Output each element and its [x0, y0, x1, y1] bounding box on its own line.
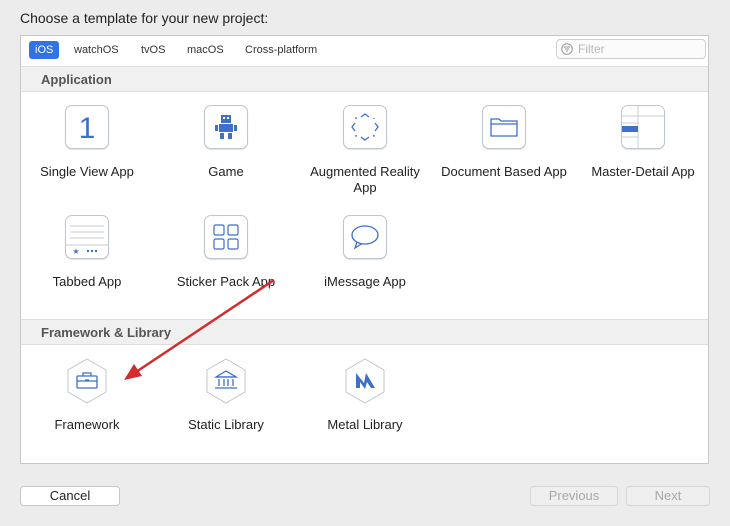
annotation-arrow: [124, 278, 275, 380]
cancel-button[interactable]: Cancel: [20, 486, 120, 506]
previous-button[interactable]: Previous: [530, 486, 618, 506]
next-button[interactable]: Next: [626, 486, 710, 506]
